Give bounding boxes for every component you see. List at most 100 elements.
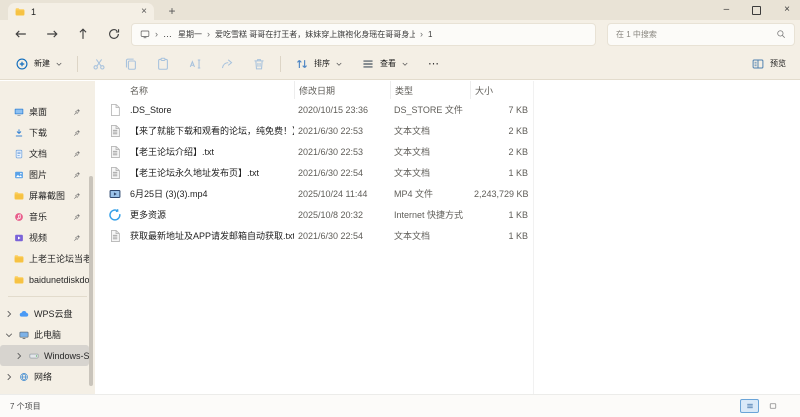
cut-icon bbox=[92, 57, 106, 71]
document-icon bbox=[14, 149, 24, 159]
music-icon bbox=[14, 212, 24, 222]
folder-icon bbox=[14, 275, 24, 285]
breadcrumb-separator: › bbox=[207, 29, 210, 39]
back-icon[interactable] bbox=[14, 27, 28, 41]
details-view-icon bbox=[746, 402, 754, 410]
minimize-button[interactable]: – bbox=[724, 5, 730, 15]
view-button[interactable]: 查看 bbox=[352, 52, 418, 76]
file-row[interactable]: 【老王论坛永久地址发布页】.txt 2021/6/30 22:54 文本文档 1… bbox=[95, 162, 800, 183]
copy-icon bbox=[124, 57, 138, 71]
sidebar-item-文档[interactable]: 文档 bbox=[0, 143, 95, 164]
sidebar-item-音乐[interactable]: 音乐 bbox=[0, 206, 95, 227]
copy-button[interactable] bbox=[115, 52, 147, 76]
column-header-name[interactable]: 名称 bbox=[126, 81, 294, 99]
chevron-down-icon[interactable] bbox=[4, 330, 14, 340]
file-row[interactable]: 6月25日 (3)(3).mp4 2025/10/24 11:44 MP4 文件… bbox=[95, 183, 800, 204]
sort-button-label: 排序 bbox=[314, 59, 330, 68]
large-icons-view-icon bbox=[769, 402, 777, 410]
breadcrumb-separator: › bbox=[155, 29, 158, 39]
file-row[interactable]: 【来了就能下载和观看的论坛，纯免费！】.txt 2021/6/30 22:53 … bbox=[95, 120, 800, 141]
refresh-icon[interactable] bbox=[107, 27, 121, 41]
column-header-size[interactable]: 大小 bbox=[470, 81, 532, 99]
chevron-right-icon[interactable] bbox=[4, 309, 14, 319]
sort-button[interactable]: 排序 bbox=[286, 52, 352, 76]
breadcrumb-overflow[interactable]: … bbox=[163, 29, 173, 39]
close-button[interactable]: × bbox=[784, 5, 790, 15]
window-controls: – × bbox=[724, 0, 790, 20]
navigation-pane: 桌面 下载 文档 图片 屏幕截图 音乐 视频 上老王论坛当老 baidunetd… bbox=[0, 81, 95, 395]
cut-button[interactable] bbox=[83, 52, 115, 76]
file-rows: .DS_Store 2020/10/15 23:36 DS_STORE 文件 7… bbox=[95, 99, 800, 246]
desktop-icon bbox=[14, 107, 24, 117]
column-header-type[interactable]: 类型 bbox=[390, 81, 470, 99]
drive-icon bbox=[29, 351, 39, 361]
sidebar-item-上老王论坛当老[interactable]: 上老王论坛当老 bbox=[0, 248, 95, 269]
more-options-button[interactable]: ⋯ bbox=[418, 57, 450, 70]
breadcrumb-item[interactable]: 爱吃雪糕 哥哥在打王者，妹妹穿上旗袍化身瑶在哥哥身上疯狂榨精 bbox=[215, 29, 415, 40]
file-text-icon bbox=[108, 229, 122, 243]
sidebar-item-baidunetdiskdo[interactable]: baidunetdiskdo bbox=[0, 269, 95, 290]
new-button-label: 新建 bbox=[34, 59, 50, 68]
chevron-right-icon[interactable] bbox=[4, 372, 14, 382]
sort-icon bbox=[295, 57, 309, 71]
item-count: 7 个项目 bbox=[10, 401, 41, 411]
this-pc-icon[interactable] bbox=[140, 29, 150, 39]
delete-button[interactable] bbox=[243, 52, 275, 76]
rename-button[interactable] bbox=[179, 52, 211, 76]
file-row[interactable]: 更多资源 2025/10/8 20:32 Internet 快捷方式 1 KB bbox=[95, 204, 800, 225]
sidebar-item-WPS云盘[interactable]: WPS云盘 bbox=[0, 303, 95, 324]
folder-icon bbox=[15, 7, 25, 17]
sidebar-item-下载[interactable]: 下载 bbox=[0, 122, 95, 143]
share-icon bbox=[220, 57, 234, 71]
sidebar-item-网络[interactable]: 网络 bbox=[0, 366, 95, 387]
explorer-tab[interactable]: 1 × bbox=[8, 3, 154, 20]
address-bar: › … 星期一 › 爱吃雪糕 哥哥在打王者，妹妹穿上旗袍化身瑶在哥哥身上疯狂榨精… bbox=[0, 20, 800, 48]
breadcrumb-item[interactable]: 1 bbox=[428, 30, 432, 39]
sidebar-item-桌面[interactable]: 桌面 bbox=[0, 101, 95, 122]
search-input[interactable] bbox=[616, 29, 776, 39]
breadcrumb-item[interactable]: 星期一 bbox=[178, 29, 202, 40]
maximize-button[interactable] bbox=[752, 5, 762, 15]
breadcrumb[interactable]: › … 星期一 › 爱吃雪糕 哥哥在打王者，妹妹穿上旗袍化身瑶在哥哥身上疯狂榨精… bbox=[131, 22, 596, 46]
pin-icon bbox=[73, 234, 81, 242]
file-row[interactable]: .DS_Store 2020/10/15 23:36 DS_STORE 文件 7… bbox=[95, 99, 800, 120]
view-icon bbox=[361, 57, 375, 71]
share-button[interactable] bbox=[211, 52, 243, 76]
chevron-down-icon bbox=[401, 60, 409, 68]
folder-icon bbox=[14, 191, 24, 201]
column-header-date[interactable]: 修改日期 bbox=[294, 81, 390, 99]
sidebar-item-Windows-SSD[interactable]: Windows-SSD bbox=[0, 345, 89, 366]
sidebar-item-图片[interactable]: 图片 bbox=[0, 164, 95, 185]
up-icon[interactable] bbox=[76, 27, 90, 41]
file-row[interactable]: 获取最新地址及APP请发邮箱自动获取.txt 2021/6/30 22:54 文… bbox=[95, 225, 800, 246]
pin-icon bbox=[73, 129, 81, 137]
new-tab-button[interactable]: + bbox=[164, 3, 180, 19]
paste-button[interactable] bbox=[147, 52, 179, 76]
forward-icon[interactable] bbox=[45, 27, 59, 41]
file-row[interactable]: 【老王论坛介绍】.txt 2021/6/30 22:53 文本文档 2 KB bbox=[95, 141, 800, 162]
network-icon bbox=[19, 372, 29, 382]
tab-close-icon[interactable]: × bbox=[141, 6, 147, 17]
download-icon bbox=[14, 128, 24, 138]
pin-icon bbox=[73, 150, 81, 158]
search-icon bbox=[776, 29, 786, 39]
file-blank-icon bbox=[108, 103, 122, 117]
preview-label: 预览 bbox=[770, 59, 786, 68]
new-button[interactable]: 新建 bbox=[6, 52, 72, 76]
cloud-icon bbox=[19, 309, 29, 319]
new-plus-icon bbox=[15, 57, 29, 71]
sidebar-item-屏幕截图[interactable]: 屏幕截图 bbox=[0, 185, 95, 206]
details-view-button[interactable] bbox=[740, 399, 759, 413]
chevron-right-icon[interactable] bbox=[14, 351, 24, 361]
file-video-icon bbox=[108, 187, 122, 201]
sidebar-item-视频[interactable]: 视频 bbox=[0, 227, 95, 248]
large-icons-view-button[interactable] bbox=[763, 399, 782, 413]
nav-buttons bbox=[14, 27, 121, 41]
sidebar-item-此电脑[interactable]: 此电脑 bbox=[0, 324, 95, 345]
chevron-down-icon bbox=[55, 60, 63, 68]
sidebar-scrollbar[interactable] bbox=[89, 176, 93, 386]
internet-shortcut-icon bbox=[108, 208, 122, 222]
search-box[interactable] bbox=[607, 22, 795, 46]
view-button-label: 查看 bbox=[380, 59, 396, 68]
preview-toggle[interactable]: 预览 bbox=[751, 57, 786, 71]
